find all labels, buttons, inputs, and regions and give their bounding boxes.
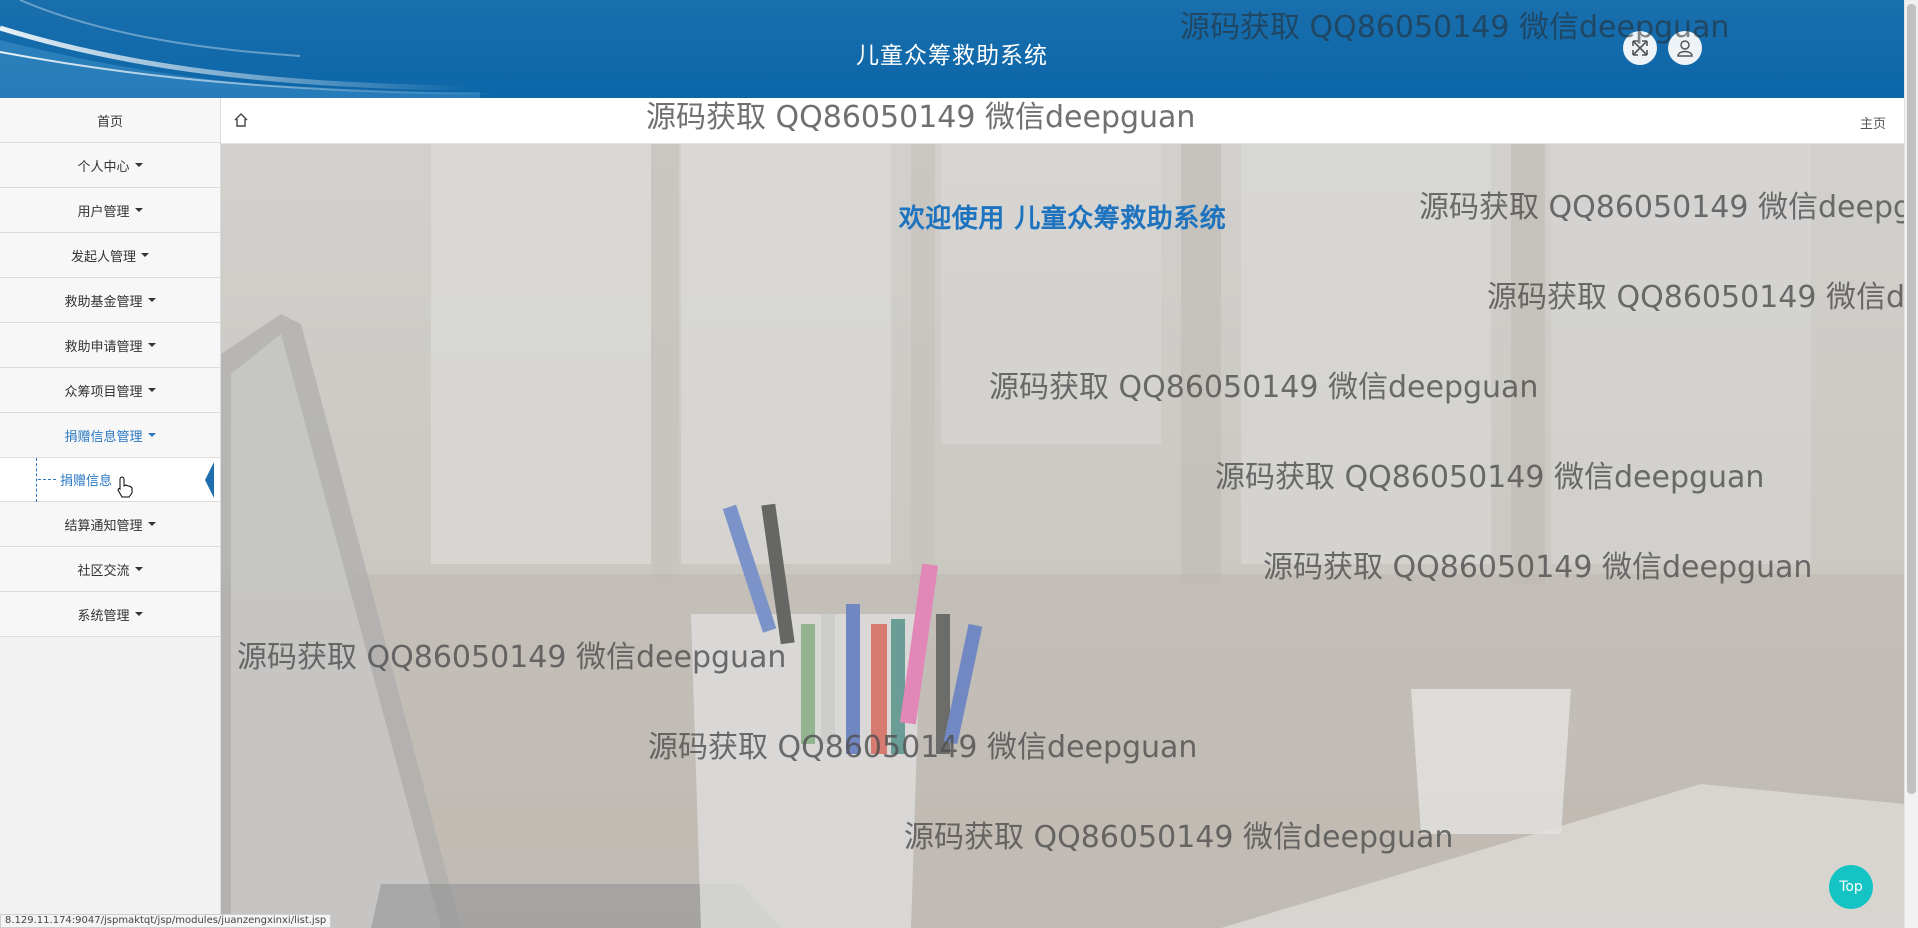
active-indicator-arrow bbox=[205, 462, 214, 498]
main-content: 欢迎使用 儿童众筹救助系统 bbox=[221, 144, 1904, 928]
fullscreen-button[interactable] bbox=[1623, 31, 1657, 65]
sidebar-item-settlement-notice-management[interactable]: 结算通知管理 bbox=[0, 502, 220, 547]
sidebar-item-label: 发起人管理 bbox=[70, 249, 136, 265]
home-icon[interactable] bbox=[233, 112, 249, 128]
sidebar-item-system-management[interactable]: 系统管理 bbox=[0, 592, 220, 637]
sidebar-item-label: 捐赠信息管理 bbox=[64, 429, 143, 445]
sidebar-item-relief-fund-management[interactable]: 救助基金管理 bbox=[0, 278, 220, 323]
sidebar-item-label: 结算通知管理 bbox=[64, 518, 143, 534]
sidebar-subitem-label: 捐赠信息 bbox=[60, 474, 113, 489]
caret-down-icon bbox=[134, 612, 143, 616]
scrollbar-thumb[interactable] bbox=[1907, 4, 1916, 794]
sidebar-subitem-donation-info[interactable]: 捐赠信息 bbox=[0, 458, 220, 502]
user-icon bbox=[1677, 40, 1693, 57]
sidebar-item-label: 首页 bbox=[96, 114, 123, 130]
caret-down-icon bbox=[147, 433, 156, 437]
sidebar-nav: 首页 个人中心 用户管理 发起人管理 救助基金管理 救助申请管理 众筹项目管理 … bbox=[0, 98, 221, 928]
background-photo bbox=[221, 144, 1904, 928]
back-to-top-button[interactable]: Top bbox=[1829, 865, 1873, 909]
welcome-heading: 欢迎使用 儿童众筹救助系统 bbox=[898, 204, 1227, 234]
sidebar-item-label: 众筹项目管理 bbox=[64, 384, 143, 400]
sidebar-item-label: 个人中心 bbox=[77, 159, 130, 175]
sidebar-item-community[interactable]: 社区交流 bbox=[0, 547, 220, 592]
user-profile-button[interactable] bbox=[1668, 31, 1702, 65]
caret-down-icon bbox=[147, 298, 156, 302]
sidebar-item-label: 系统管理 bbox=[77, 608, 130, 624]
caret-down-icon bbox=[134, 567, 143, 571]
sidebar-item-initiator-management[interactable]: 发起人管理 bbox=[0, 233, 220, 278]
caret-down-icon bbox=[134, 163, 143, 167]
sidebar-item-label: 用户管理 bbox=[77, 204, 130, 220]
sidebar-item-relief-application-management[interactable]: 救助申请管理 bbox=[0, 323, 220, 368]
status-bar-url: 8.129.11.174:9047/jspmaktqt/jsp/modules/… bbox=[0, 914, 332, 928]
sidebar-item-label: 社区交流 bbox=[77, 563, 130, 579]
page-scrollbar[interactable] bbox=[1904, 0, 1918, 928]
sidebar-item-crowdfunding-project-management[interactable]: 众筹项目管理 bbox=[0, 368, 220, 413]
caret-down-icon bbox=[141, 253, 149, 257]
sidebar-item-donation-info-management[interactable]: 捐赠信息管理 bbox=[0, 413, 220, 458]
top-header: 儿童众筹救助系统 bbox=[0, 0, 1904, 98]
tree-dash bbox=[38, 479, 56, 480]
caret-down-icon bbox=[147, 522, 156, 526]
expand-icon bbox=[1632, 40, 1648, 56]
sidebar-item-label: 救助基金管理 bbox=[64, 294, 143, 310]
sidebar-item-home[interactable]: 首页 bbox=[0, 98, 220, 143]
tree-line bbox=[36, 458, 37, 502]
sidebar-item-label: 救助申请管理 bbox=[64, 339, 143, 355]
hand-cursor-icon bbox=[117, 476, 133, 498]
breadcrumb-main-link[interactable]: 主页 bbox=[1860, 113, 1886, 132]
caret-down-icon bbox=[147, 388, 156, 392]
caret-down-icon bbox=[134, 208, 143, 212]
app-title: 儿童众筹救助系统 bbox=[856, 43, 1048, 69]
sidebar-item-user-management[interactable]: 用户管理 bbox=[0, 188, 220, 233]
caret-down-icon bbox=[147, 343, 156, 347]
sidebar-item-personal-center[interactable]: 个人中心 bbox=[0, 143, 220, 188]
breadcrumb: 主页 bbox=[221, 98, 1904, 144]
